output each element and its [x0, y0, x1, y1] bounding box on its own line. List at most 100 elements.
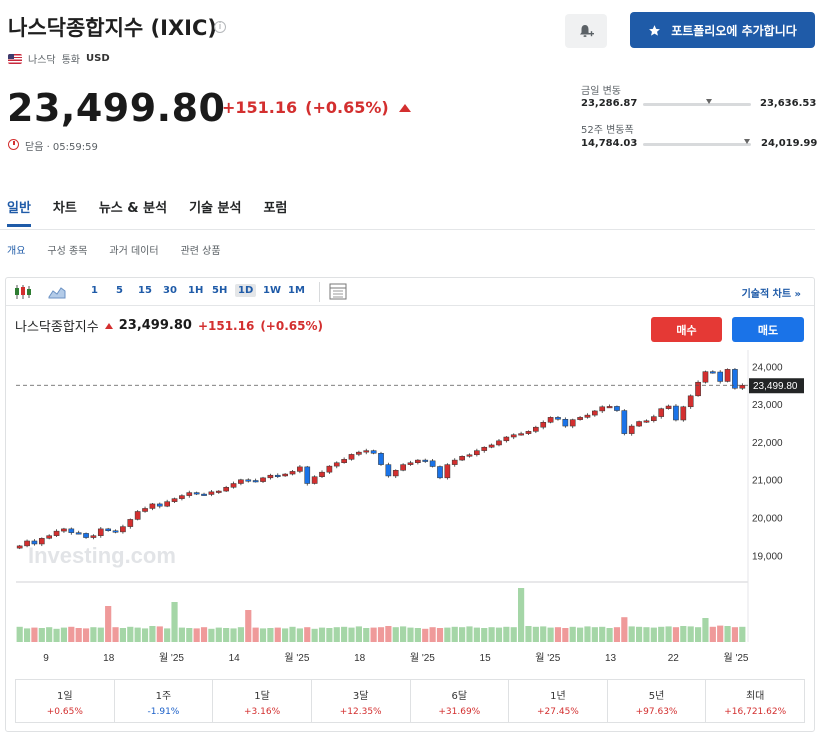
candle	[451, 459, 458, 465]
performance-value: +31.69%	[438, 707, 481, 717]
volume-bar	[23, 628, 31, 642]
volume-bar	[702, 618, 709, 642]
candle	[400, 464, 406, 471]
volume-bar	[635, 626, 643, 642]
candle	[97, 528, 104, 536]
candle	[105, 528, 112, 532]
candle	[171, 498, 178, 502]
performance-period: 1주	[155, 691, 172, 702]
candle	[223, 487, 229, 492]
buy-button[interactable]: 매수	[651, 317, 722, 342]
tab-chart[interactable]: 차트	[53, 197, 77, 227]
performance-period: 3달	[352, 691, 369, 702]
volume-bar	[400, 626, 407, 642]
timeframe-15[interactable]: 15	[138, 285, 152, 296]
sell-button[interactable]: 매도	[732, 317, 804, 342]
volume-bar	[215, 627, 222, 642]
y-tick-label: 19,000	[752, 551, 783, 562]
candlestick-icon[interactable]	[14, 284, 32, 300]
volume-bar	[105, 606, 112, 642]
tab-forum[interactable]: 포럼	[263, 197, 287, 227]
performance-value: +27.45%	[537, 707, 579, 717]
day-low: 23,286.87	[581, 98, 638, 109]
toolbar-divider	[319, 282, 320, 302]
volume-bar	[672, 627, 680, 642]
candle	[621, 410, 628, 434]
tab-news[interactable]: 뉴스 & 분석	[99, 197, 167, 227]
x-tick-label: 18	[354, 653, 366, 664]
timeframe-5[interactable]: 5	[116, 285, 123, 296]
subtab-related[interactable]: 관련 상품	[181, 242, 221, 257]
candle	[230, 483, 237, 488]
volume-bar	[510, 627, 517, 642]
up-arrow-icon	[398, 103, 411, 112]
candle	[24, 540, 30, 547]
volume-bar	[459, 627, 466, 642]
volume-bar	[370, 627, 377, 642]
volume-bar	[274, 627, 281, 642]
volume-bar	[407, 627, 414, 642]
y-tick-label: 24,000	[752, 362, 783, 373]
change-value: +151.16	[222, 98, 298, 117]
candle	[650, 416, 657, 422]
star-icon	[649, 24, 661, 36]
volume-bar	[282, 628, 289, 642]
subtab-summary[interactable]: 개요	[7, 242, 25, 257]
volume-bar	[252, 627, 259, 642]
candle	[289, 471, 296, 475]
price-chart[interactable]: Investing.com 19,000 20,000 21,000 22,000 23…	[6, 350, 814, 670]
add-to-portfolio-button[interactable]: 포트폴리오에 추가합니다	[630, 12, 815, 48]
candle	[459, 456, 465, 461]
volume-bar	[591, 627, 598, 642]
volume-bar	[348, 627, 355, 642]
week52-range-marker	[744, 139, 750, 144]
candle	[437, 466, 443, 479]
candle	[614, 406, 620, 411]
volume-bar	[134, 627, 141, 642]
timeframe-1w[interactable]: 1W	[263, 285, 281, 296]
candle	[429, 460, 436, 467]
performance-cell: 최대 +16,721.62%	[706, 680, 804, 722]
day-range-bar	[643, 103, 751, 106]
subtab-components[interactable]: 구성 종목	[47, 242, 87, 257]
candle	[636, 421, 642, 427]
timeframe-1m[interactable]: 1M	[288, 285, 305, 296]
volume-bar	[518, 588, 525, 642]
volume-bar	[186, 628, 193, 642]
volume-bar	[724, 626, 731, 642]
market-status: 닫음 · 05:59:59	[25, 142, 98, 153]
timeframe-1d[interactable]: 1D	[235, 284, 257, 297]
timeframe-30[interactable]: 30	[163, 285, 177, 296]
volume-bar	[665, 626, 672, 642]
area-chart-icon[interactable]	[48, 285, 66, 299]
candle	[481, 446, 488, 451]
week52-range-label: 52주 변동폭	[581, 125, 634, 136]
candle	[370, 450, 377, 454]
volume-bar	[503, 626, 510, 642]
tab-technical[interactable]: 기술 분석	[189, 197, 241, 227]
candle	[555, 417, 561, 420]
candle	[112, 530, 119, 533]
x-tick-label: 월 '25	[159, 652, 184, 664]
table-icon[interactable]	[329, 283, 347, 300]
timeframe-1[interactable]: 1	[91, 285, 98, 296]
volume-bar	[82, 628, 90, 642]
timeframe-5h[interactable]: 5H	[212, 285, 227, 296]
x-tick-label: 월 '25	[535, 652, 560, 664]
currency-value: USD	[86, 53, 110, 64]
tab-overview[interactable]: 일반	[7, 197, 31, 227]
candle	[120, 526, 126, 533]
candle	[68, 528, 75, 533]
volume-bar	[304, 627, 311, 642]
up-arrow-icon	[104, 322, 113, 329]
candle	[584, 414, 591, 418]
volume-bar	[606, 628, 613, 642]
info-icon[interactable]: i	[214, 21, 226, 33]
subtab-historical[interactable]: 과거 데이터	[109, 242, 158, 257]
candle	[510, 434, 517, 438]
create-alert-button[interactable]	[565, 14, 607, 48]
volume-bar	[429, 627, 436, 642]
timeframe-1h[interactable]: 1H	[188, 285, 203, 296]
technical-chart-link[interactable]: 기술적 차트 »	[742, 285, 801, 300]
candle	[547, 417, 554, 423]
